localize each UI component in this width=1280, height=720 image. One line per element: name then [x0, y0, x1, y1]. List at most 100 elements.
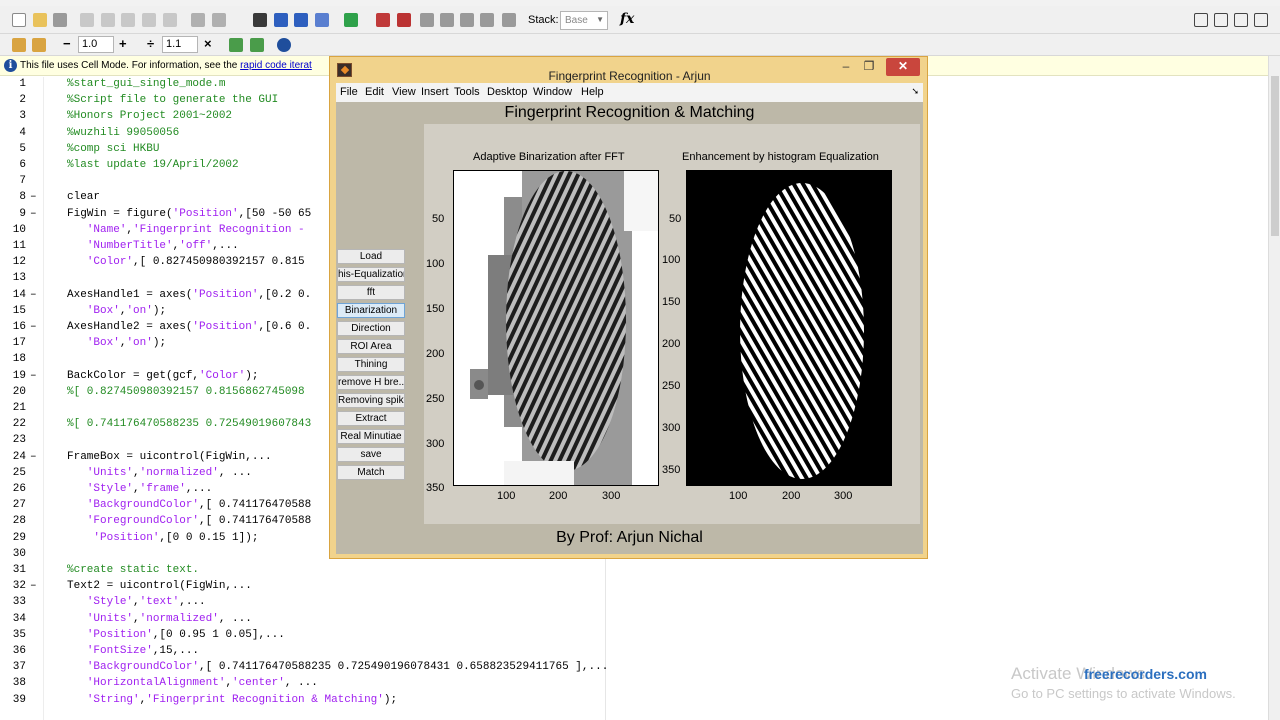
code-text[interactable]: 'Position',[0 0 0.15 1]);: [67, 532, 258, 544]
menu-window[interactable]: Window: [533, 86, 572, 98]
print-icon[interactable]: [191, 13, 205, 27]
code-text[interactable]: 'Units','normalized', ...: [67, 467, 252, 479]
code-text[interactable]: %comp sci HKBU: [67, 143, 159, 155]
code-text[interactable]: 'Style','frame',...: [67, 483, 212, 495]
load-button[interactable]: Load: [337, 249, 405, 264]
copy-icon[interactable]: [101, 13, 115, 27]
code-text[interactable]: %[ 0.741176470588235 0.72549019607843: [67, 418, 311, 430]
code-text[interactable]: %create static text.: [67, 564, 199, 576]
match-button[interactable]: Match: [337, 465, 405, 480]
code-text[interactable]: Text2 = uicontrol(FigWin,...: [67, 580, 252, 592]
redo-icon[interactable]: [163, 13, 177, 27]
step-in-icon[interactable]: [440, 13, 454, 27]
code-text[interactable]: 'BackgroundColor',[ 0.741176470588235 0.…: [67, 661, 609, 673]
paste-icon[interactable]: [121, 13, 135, 27]
tile-layout-icon[interactable]: [1194, 13, 1208, 27]
save-icon[interactable]: [53, 13, 67, 27]
code-text[interactable]: 'Box','on');: [67, 337, 166, 349]
fold-marker[interactable]: –: [30, 451, 37, 463]
decrement-button[interactable]: −: [63, 36, 71, 51]
code-text[interactable]: 'ForegroundColor',[ 0.741176470588: [67, 515, 311, 527]
code-text[interactable]: 'Style','text',...: [67, 596, 206, 608]
code-text[interactable]: clear: [67, 191, 100, 203]
vertical-scrollbar[interactable]: [1268, 56, 1280, 720]
find-icon[interactable]: [253, 13, 267, 27]
figure-window[interactable]: Fingerprint Recognition - Arjun – ❐ ✕ Fi…: [329, 56, 928, 559]
minimize-button[interactable]: –: [838, 59, 854, 77]
code-text[interactable]: 'Color',[ 0.827450980392157 0.815: [67, 256, 305, 268]
indent-icon[interactable]: [212, 13, 226, 27]
menu-file[interactable]: File: [340, 86, 358, 98]
menu-desktop[interactable]: Desktop: [487, 86, 527, 98]
save-button[interactable]: save: [337, 447, 405, 462]
code-text[interactable]: 'BackgroundColor',[ 0.741176470588: [67, 499, 311, 511]
code-text[interactable]: 'Box','on');: [67, 305, 166, 317]
multiply-button[interactable]: ×: [204, 36, 212, 51]
real-minutiae-button[interactable]: Real Minutiae: [337, 429, 405, 444]
split-vertical-icon[interactable]: [1214, 13, 1228, 27]
fold-marker[interactable]: –: [30, 321, 37, 333]
divide-button[interactable]: ÷: [147, 36, 154, 51]
menu-view[interactable]: View: [392, 86, 416, 98]
breakpoint-icon[interactable]: [376, 13, 390, 27]
code-text[interactable]: %[ 0.827450980392157 0.8156862745098: [67, 386, 305, 398]
back-arrow-icon[interactable]: [274, 13, 288, 27]
dock-arrow-icon[interactable]: ➘: [911, 86, 919, 97]
stack-select[interactable]: Base ▼: [560, 11, 608, 30]
code-text[interactable]: FigWin = figure('Position',[50 -50 65: [67, 208, 311, 220]
binarization-button[interactable]: Binarization: [337, 303, 405, 318]
open-folder-icon[interactable]: [33, 13, 47, 27]
fold-marker[interactable]: –: [30, 289, 37, 301]
code-text[interactable]: 'Position',[0 0.95 1 0.05],...: [67, 629, 285, 641]
menu-edit[interactable]: Edit: [365, 86, 384, 98]
code-text[interactable]: 'FontSize',15,...: [67, 645, 199, 657]
scrollbar-thumb[interactable]: [1271, 76, 1279, 236]
cell-eval-icon[interactable]: [229, 38, 243, 52]
code-text[interactable]: 'Name','Fingerprint Recognition -: [67, 224, 305, 236]
thining-button[interactable]: Thining: [337, 357, 405, 372]
extract-button[interactable]: Extract: [337, 411, 405, 426]
menu-help[interactable]: Help: [581, 86, 604, 98]
clear-breakpoints-icon[interactable]: [397, 13, 411, 27]
exit-debug-icon[interactable]: [502, 13, 516, 27]
fx-icon[interactable]: fx: [620, 11, 634, 27]
fold-marker[interactable]: –: [30, 208, 37, 220]
function-browse-icon[interactable]: [315, 13, 329, 27]
info-icon[interactable]: [277, 38, 291, 52]
histogram-equalization-button[interactable]: his-Equalization: [337, 267, 405, 282]
code-text[interactable]: 'HorizontalAlignment','center', ...: [67, 677, 318, 689]
code-text[interactable]: AxesHandle2 = axes('Position',[0.6 0.: [67, 321, 311, 333]
continue-icon[interactable]: [480, 13, 494, 27]
code-text[interactable]: 'NumberTitle','off',...: [67, 240, 239, 252]
run-icon[interactable]: [344, 13, 358, 27]
code-text[interactable]: %Script file to generate the GUI: [67, 94, 278, 106]
menu-tools[interactable]: Tools: [454, 86, 480, 98]
cell-options-icon[interactable]: [32, 38, 46, 52]
code-text[interactable]: %last update 19/April/2002: [67, 159, 239, 171]
fold-marker[interactable]: –: [30, 191, 37, 203]
rapid-code-link[interactable]: rapid code iterat: [240, 60, 312, 71]
code-text[interactable]: FrameBox = uicontrol(FigWin,...: [67, 451, 272, 463]
increment-field-2[interactable]: 1.1: [162, 36, 198, 53]
code-text[interactable]: %wuzhili 99050056: [67, 127, 179, 139]
undo-icon[interactable]: [142, 13, 156, 27]
direction-button[interactable]: Direction: [337, 321, 405, 336]
code-text[interactable]: BackColor = get(gcf,'Color');: [67, 370, 258, 382]
increment-button[interactable]: +: [119, 36, 127, 51]
new-file-icon[interactable]: [12, 13, 26, 27]
close-button[interactable]: ✕: [886, 58, 920, 76]
cut-icon[interactable]: [80, 13, 94, 27]
menu-insert[interactable]: Insert: [421, 86, 449, 98]
removing-spike-button[interactable]: Removing spike: [337, 393, 405, 408]
fold-marker[interactable]: –: [30, 370, 37, 382]
step-out-icon[interactable]: [460, 13, 474, 27]
step-icon[interactable]: [420, 13, 434, 27]
fold-marker[interactable]: –: [30, 580, 37, 592]
roi-area-button[interactable]: ROI Area: [337, 339, 405, 354]
code-text[interactable]: %start_gui_single_mode.m: [67, 78, 225, 90]
cell-eval-advance-icon[interactable]: [250, 38, 264, 52]
fft-button[interactable]: fft: [337, 285, 405, 300]
insert-cell-icon[interactable]: [12, 38, 26, 52]
single-layout-icon[interactable]: [1254, 13, 1268, 27]
remove-h-breaks-button[interactable]: remove H bre...: [337, 375, 405, 390]
